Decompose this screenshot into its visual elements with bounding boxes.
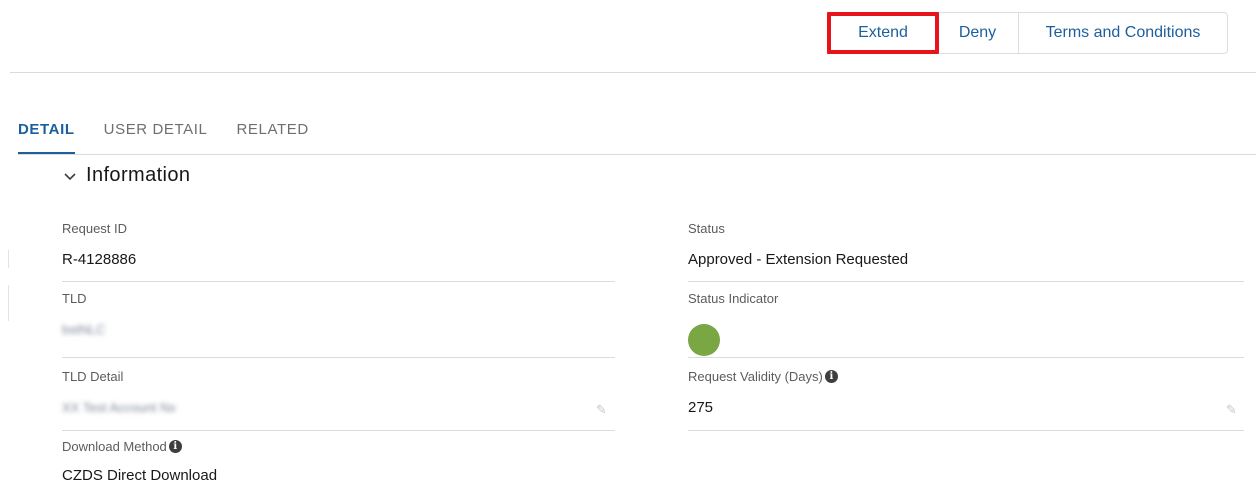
tld-detail-value-redacted: XX Test Account Nx [62, 399, 176, 415]
status-value: Approved - Extension Requested [688, 250, 909, 268]
field-label: Status [688, 220, 725, 236]
chevron-down-icon [64, 172, 76, 180]
deny-button[interactable]: Deny [936, 12, 1019, 54]
edit-pencil-icon[interactable]: ✎ [1226, 402, 1237, 418]
request-validity-label: Request Validity (Days) [688, 368, 823, 384]
field-divider [62, 357, 615, 358]
information-section-toggle[interactable]: Information [62, 164, 190, 187]
status-field: Status Approved - Extension Requested [688, 220, 908, 268]
request-validity-value: 275 [688, 398, 714, 416]
field-label: Download Method i [62, 438, 217, 454]
tld-value: bstNLC [62, 320, 105, 338]
tld-detail-field: TLD Detail XX Test Account Nx [62, 368, 176, 416]
edit-pencil-icon[interactable]: ✎ [596, 402, 607, 418]
status-indicator-dot [688, 324, 720, 356]
tab-related[interactable]: RELATED [237, 119, 309, 155]
field-divider [62, 430, 615, 431]
field-label: TLD [62, 290, 87, 306]
field-label: Request Validity (Days) i [688, 368, 838, 384]
field-label: Request ID [62, 220, 128, 236]
status-indicator-field: Status Indicator [688, 290, 778, 356]
field-divider [688, 430, 1244, 431]
download-method-field: Download Method i CZDS Direct Download [62, 438, 217, 484]
tld-detail-value: XX Test Account Nx [62, 398, 176, 416]
record-actions: Extend Deny Terms and Conditions [827, 12, 1228, 54]
download-method-value: CZDS Direct Download [62, 466, 218, 484]
terms-and-conditions-button[interactable]: Terms and Conditions [1018, 12, 1228, 54]
field-divider [688, 357, 1244, 358]
edge-marker [8, 285, 9, 321]
download-method-label: Download Method [62, 438, 167, 454]
tld-field: TLD bstNLC [62, 290, 105, 338]
info-icon[interactable]: i [168, 439, 182, 453]
section-title: Information [86, 164, 191, 186]
tab-user-detail[interactable]: USER DETAIL [104, 119, 208, 155]
extend-button[interactable]: Extend [827, 12, 939, 54]
field-divider [62, 281, 615, 282]
tld-value-redacted: bstNLC [62, 321, 106, 337]
tab-detail[interactable]: DETAIL [18, 119, 75, 155]
edge-marker [8, 250, 9, 268]
field-divider [688, 281, 1244, 282]
tab-bar: DETAIL USER DETAIL RELATED [18, 119, 338, 155]
request-id-value: R-4128886 [62, 250, 137, 268]
field-label: TLD Detail [62, 368, 124, 384]
request-id-field: Request ID R-4128886 [62, 220, 136, 268]
request-validity-field: Request Validity (Days) i 275 [688, 368, 838, 416]
info-icon[interactable]: i [824, 369, 838, 383]
tabs-divider [18, 154, 1256, 155]
header-divider [10, 72, 1256, 73]
field-label: Status Indicator [688, 290, 779, 306]
